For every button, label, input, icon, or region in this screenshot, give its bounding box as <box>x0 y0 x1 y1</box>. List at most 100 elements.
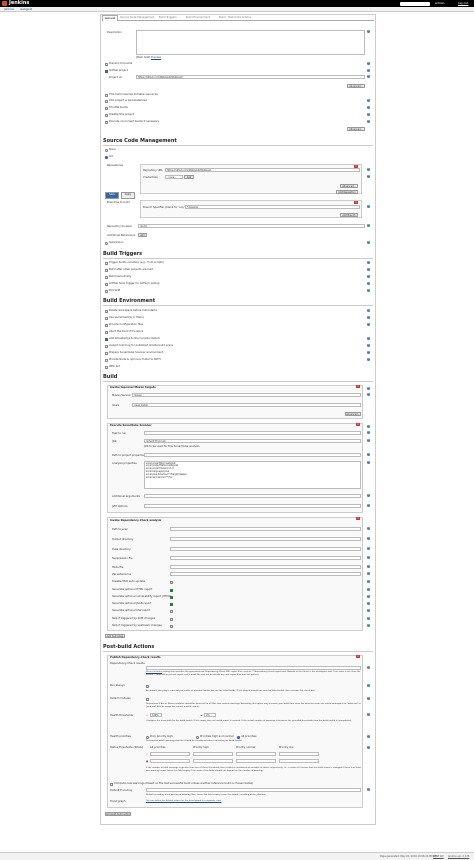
help-icon[interactable]: ? <box>367 697 370 700</box>
env-checkbox[interactable] <box>105 317 108 320</box>
add-repository-button[interactable]: Add Repository <box>336 190 358 194</box>
failed-normal-input[interactable] <box>236 759 276 763</box>
option-checkbox[interactable] <box>105 94 108 97</box>
help-icon[interactable]: ? <box>367 393 370 396</box>
help-icon[interactable]: ? <box>367 453 370 456</box>
unstable-normal-input[interactable] <box>236 752 276 756</box>
add-behaviour-button[interactable]: Add <box>138 233 147 237</box>
help-icon[interactable]: ? <box>367 537 370 540</box>
trigger-checkbox[interactable] <box>105 290 108 293</box>
maven-goals-input[interactable]: clean install <box>132 403 361 407</box>
unstable-all-input[interactable] <box>150 752 190 756</box>
failed-low-input[interactable] <box>279 759 319 763</box>
help-icon[interactable]: ? <box>367 316 370 319</box>
help-icon[interactable]: ? <box>367 106 370 109</box>
help-icon[interactable]: ? <box>367 62 370 65</box>
env-checkbox[interactable] <box>105 366 108 369</box>
help-icon[interactable]: ? <box>367 617 370 620</box>
help-icon[interactable]: ? <box>367 175 370 178</box>
trigger-checkbox[interactable] <box>105 283 108 286</box>
dep-checkbox[interactable] <box>170 603 173 606</box>
help-icon[interactable]: ? <box>367 439 370 442</box>
help-icon[interactable]: ? <box>367 275 370 278</box>
help-icon[interactable]: ? <box>367 120 370 123</box>
option-checkbox[interactable] <box>105 100 108 103</box>
help-icon[interactable]: ? <box>367 588 370 591</box>
encoding-input[interactable] <box>146 788 361 792</box>
help-icon[interactable]: ? <box>367 527 370 530</box>
help-icon[interactable]: ? <box>367 323 370 326</box>
help-icon[interactable]: ? <box>367 547 370 550</box>
sonar-jvm-input[interactable] <box>144 504 361 508</box>
help-icon[interactable]: ? <box>367 556 370 559</box>
dep-checkbox[interactable] <box>170 596 173 599</box>
help-icon[interactable]: ? <box>367 351 370 354</box>
help-icon[interactable]: ? <box>367 205 370 208</box>
help-icon[interactable]: ? <box>367 113 370 116</box>
maven-version-select[interactable]: maven <box>132 393 361 397</box>
trigger-checkbox[interactable] <box>105 269 108 272</box>
help-icon[interactable]: ? <box>367 746 370 749</box>
delete-post-action-button[interactable]: x <box>356 655 360 658</box>
help-icon[interactable]: ? <box>367 344 370 347</box>
help-icon[interactable]: ? <box>367 624 370 627</box>
scm-git-radio[interactable] <box>105 156 108 159</box>
help-icon[interactable]: ? <box>367 684 370 687</box>
add-branch-button[interactable]: Add Branch <box>340 213 358 217</box>
help-icon[interactable]: ? <box>367 565 370 568</box>
option-checkbox[interactable] <box>105 107 108 110</box>
version-link[interactable]: Jenkins ver. 2.176 <box>448 855 469 858</box>
help-icon[interactable]: ? <box>367 289 370 292</box>
repo-browser-select[interactable]: (Auto) <box>138 224 365 228</box>
help-icon[interactable]: ? <box>367 461 370 464</box>
env-checkbox[interactable] <box>105 352 108 355</box>
jenkins-logo-icon[interactable] <box>2 1 7 6</box>
help-icon[interactable]: ? <box>367 494 370 497</box>
dep-output-input[interactable] <box>170 537 361 541</box>
dep-checkbox[interactable] <box>170 625 173 628</box>
help-icon[interactable]: ? <box>367 387 370 390</box>
results-input[interactable] <box>146 666 361 670</box>
breadcrumb-job[interactable]: webgoat <box>20 7 32 12</box>
env-checkbox[interactable] <box>105 359 108 362</box>
project-url-input[interactable]: https://github.com/WebGoat/WebGoat/ <box>136 75 365 79</box>
help-icon[interactable]: ? <box>367 595 370 598</box>
sonar-path-input[interactable] <box>144 453 361 457</box>
logout-link[interactable]: log out <box>458 0 468 7</box>
env-checkbox[interactable] <box>105 331 108 334</box>
maven-advanced-button[interactable]: Advanced... <box>345 412 361 416</box>
sonar-args-input[interactable] <box>144 494 361 498</box>
help-icon[interactable]: ? <box>367 602 370 605</box>
run-always-checkbox[interactable] <box>146 685 149 688</box>
help-icon[interactable]: ? <box>367 580 370 583</box>
trend-graph-link[interactable]: You can define the default values for th… <box>146 800 221 804</box>
delete-sonar-step-button[interactable]: x <box>356 423 360 426</box>
delete-dependency-step-button[interactable]: x <box>356 517 360 520</box>
help-icon[interactable]: ? <box>367 666 370 669</box>
branch-spec-input[interactable]: */develop <box>185 205 360 209</box>
help-icon[interactable]: ? <box>367 337 370 340</box>
options-advanced-button[interactable]: Advanced... <box>347 127 365 131</box>
tab-general[interactable]: General <box>102 15 119 21</box>
sonar-task-input[interactable] <box>144 431 361 435</box>
add-credentials-button[interactable]: Add <box>184 175 194 179</box>
dep-zip-input[interactable] <box>170 572 361 576</box>
credentials-select[interactable]: - none - <box>165 175 183 179</box>
compute-new-checkbox[interactable] <box>110 783 113 786</box>
trigger-checkbox[interactable] <box>105 262 108 265</box>
scm-subversion-radio[interactable] <box>105 242 108 245</box>
user-link[interactable]: admin <box>435 0 444 7</box>
option-checkbox[interactable] <box>105 121 108 124</box>
help-icon[interactable]: ? <box>367 735 370 738</box>
scm-none-radio[interactable] <box>105 149 108 152</box>
health-stormy-input[interactable]: 0% <box>204 713 216 717</box>
help-icon[interactable]: ? <box>367 572 370 575</box>
priority-radio[interactable] <box>196 736 199 739</box>
dep-hints-input[interactable] <box>170 565 361 569</box>
help-icon[interactable]: ? <box>367 261 370 264</box>
add-post-build-action-button[interactable]: Add post-build action <box>105 812 131 816</box>
description-textarea[interactable] <box>136 30 365 55</box>
unstable-high-input[interactable] <box>193 752 233 756</box>
failed-high-input[interactable] <box>193 759 233 763</box>
dep-suppression-input[interactable] <box>170 556 361 560</box>
